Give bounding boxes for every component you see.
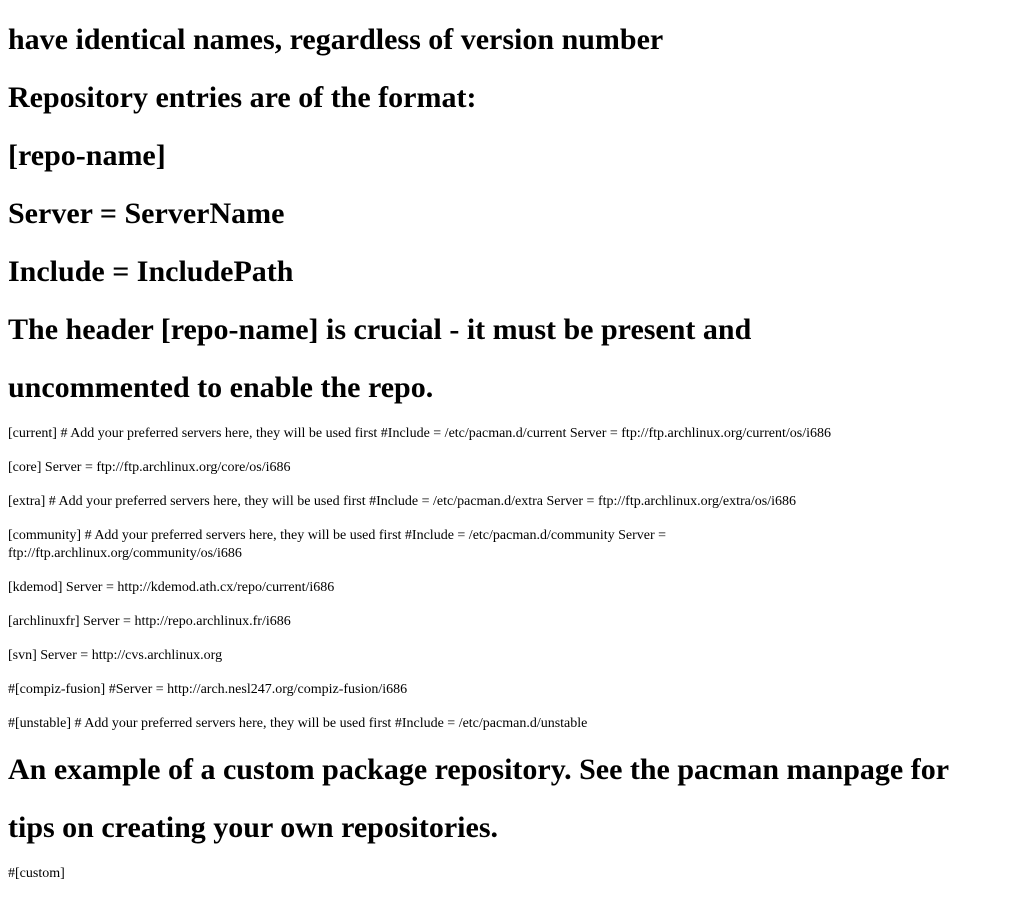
heading-creating-repos: tips on creating your own repositories. — [8, 811, 499, 844]
heading-server: Server = ServerName — [8, 197, 285, 230]
config-line-community: [community] # Add your preferred servers… — [8, 528, 667, 561]
heading-header-crucial: The header [repo-name] is crucial - it m… — [8, 313, 752, 346]
document-body: have identical names, regardless of vers… — [0, 0, 1024, 891]
heading-include: Include = IncludePath — [8, 255, 294, 288]
config-line-svn: [svn] Server = http://cvs.archlinux.org — [8, 648, 223, 663]
config-line-current: [current] # Add your preferred servers h… — [8, 426, 831, 441]
config-line-extra: [extra] # Add your preferred servers her… — [8, 494, 796, 509]
config-line-compiz-fusion: #[compiz-fusion] #Server = http://arch.n… — [8, 682, 408, 697]
heading-repo-name: [repo-name] — [8, 139, 166, 172]
config-line-core: [core] Server = ftp://ftp.archlinux.org/… — [8, 460, 291, 475]
config-line-kdemod: [kdemod] Server = http://kdemod.ath.cx/r… — [8, 580, 335, 595]
heading-uncommented: uncommented to enable the repo. — [8, 371, 434, 404]
heading-custom-repo-example: An example of a custom package repositor… — [8, 753, 950, 786]
heading-identical-names: have identical names, regardless of vers… — [8, 23, 664, 56]
config-line-archlinuxfr: [archlinuxfr] Server = http://repo.archl… — [8, 614, 291, 629]
config-line-custom: #[custom] — [8, 866, 65, 881]
heading-repository-format: Repository entries are of the format: — [8, 81, 477, 114]
config-line-unstable: #[unstable] # Add your preferred servers… — [8, 716, 588, 731]
